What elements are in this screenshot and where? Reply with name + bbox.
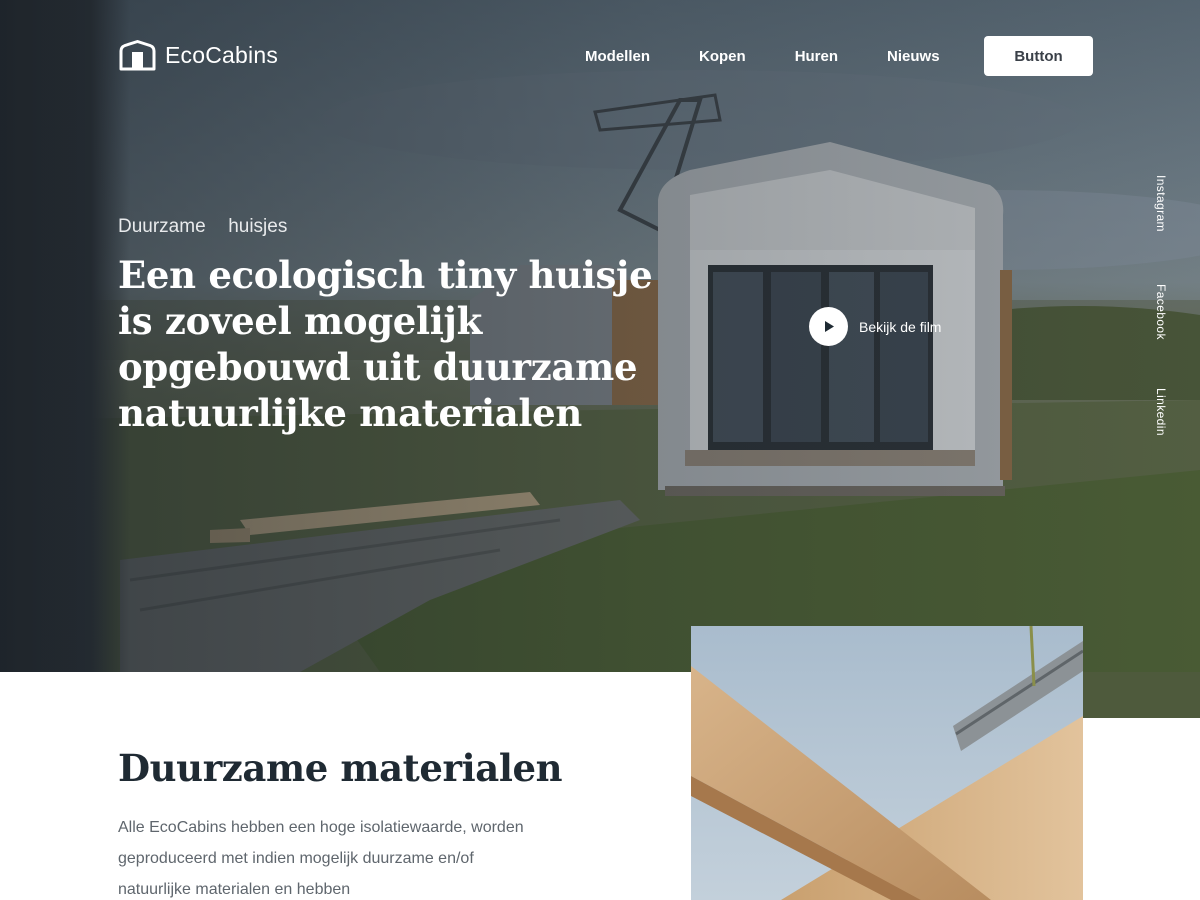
play-video-label: Bekijk de film (859, 318, 942, 335)
hero-title: Een ecologisch tiny huisje is zoveel mog… (118, 253, 653, 435)
section-title: Duurzame materialen (118, 746, 563, 790)
social-link-linkedin[interactable]: Linkedin (1154, 388, 1168, 436)
hero-bottom-right-strip (1083, 672, 1200, 718)
hero-section: EcoCabins Modellen Kopen Huren Nieuws Bu… (0, 0, 1200, 672)
nav-item-huren[interactable]: Huren (795, 47, 838, 67)
brand-name: EcoCabins (165, 42, 279, 68)
header-cta-button[interactable]: Button (984, 36, 1093, 76)
nav-item-kopen[interactable]: Kopen (699, 47, 746, 67)
nav-item-modellen[interactable]: Modellen (585, 47, 650, 67)
nav-item-nieuws[interactable]: Nieuws (887, 47, 940, 67)
play-icon (809, 307, 848, 346)
social-link-instagram[interactable]: Instagram (1154, 175, 1168, 232)
timber-construction-image (691, 626, 1083, 900)
section-body-text: Alle EcoCabins hebben een hoge isolatiew… (118, 819, 524, 898)
hero-eyebrow: Duurzame huisjes (118, 216, 288, 237)
cabin-logo-icon (119, 40, 156, 71)
main-nav: Modellen Kopen Huren Nieuws (585, 47, 940, 67)
play-video-button[interactable]: Bekijk de film (809, 307, 941, 346)
social-link-facebook[interactable]: Facebook (1154, 284, 1168, 340)
brand-logo[interactable]: EcoCabins (118, 40, 278, 71)
